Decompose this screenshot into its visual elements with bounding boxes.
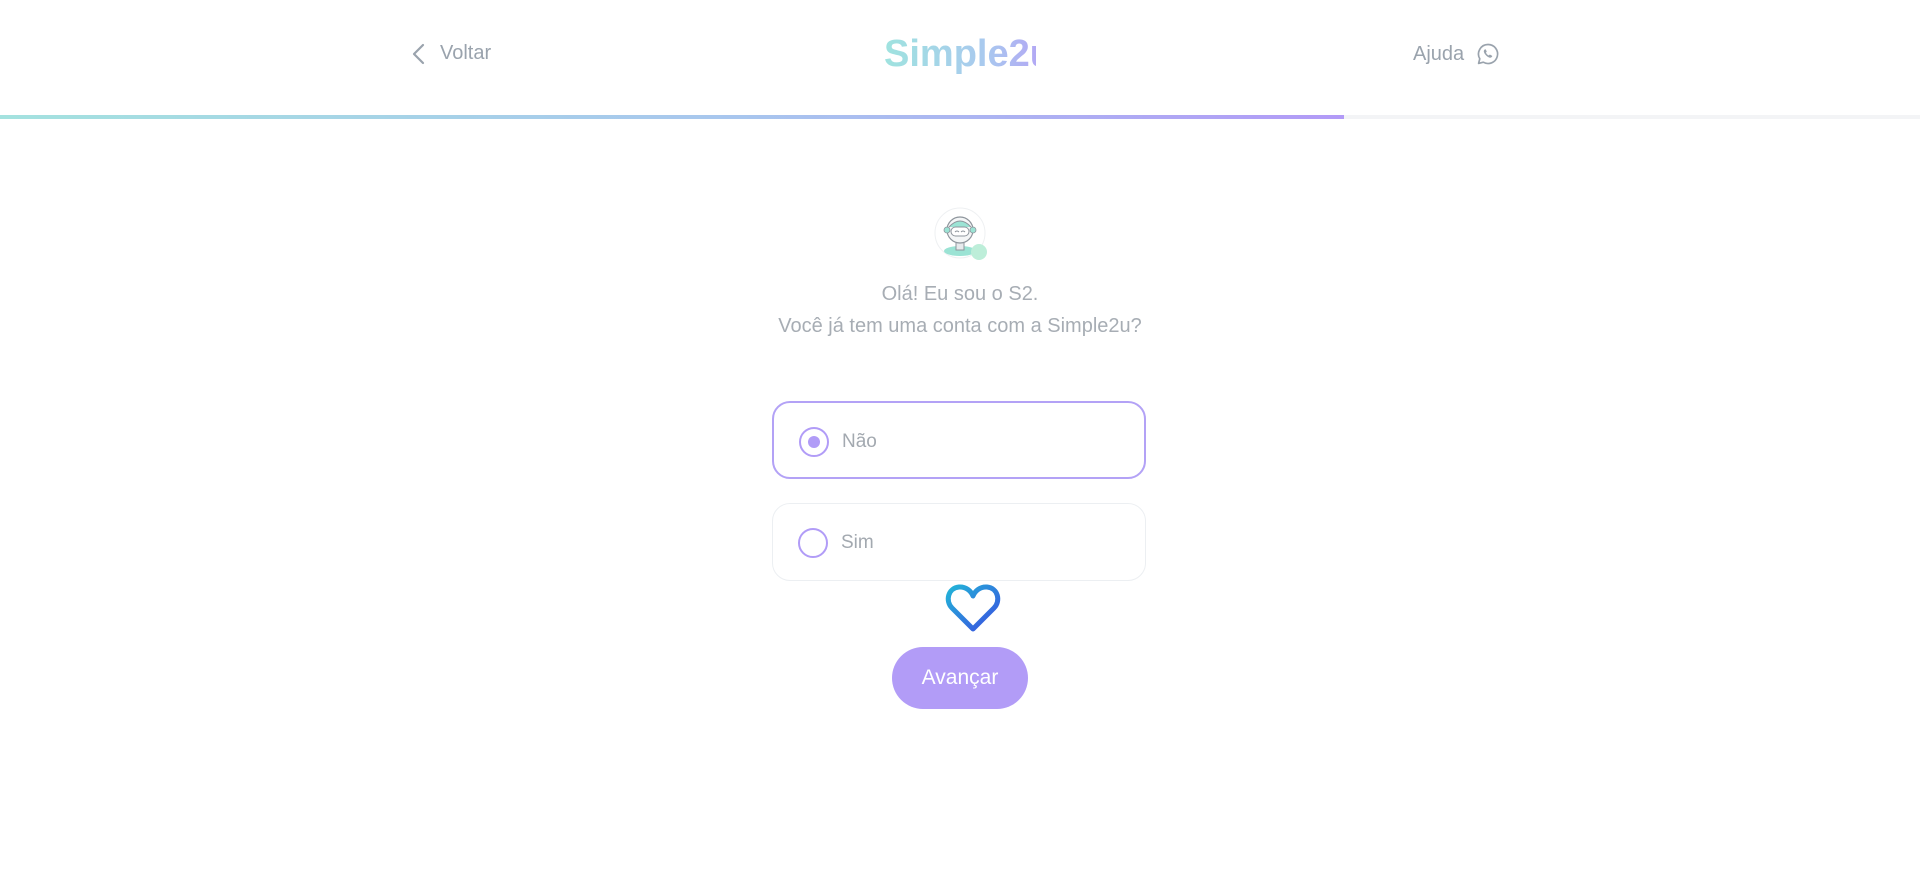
- svg-text:Simple2u: Simple2u: [884, 33, 1036, 75]
- option-label-nao: Não: [842, 431, 877, 452]
- greeting-line-2: Você já tem uma conta com a Simple2u?: [778, 315, 1142, 337]
- option-sim[interactable]: Sim: [772, 503, 1146, 581]
- back-button[interactable]: Voltar: [410, 42, 491, 65]
- progress-fill: [0, 115, 1344, 119]
- assistant-greeting: Olá! Eu sou o S2. Você já tem uma conta …: [660, 278, 1260, 342]
- option-nao[interactable]: Não: [772, 401, 1146, 479]
- radio-nao[interactable]: [799, 427, 829, 457]
- top-header: Voltar Simple2u Ajuda: [0, 0, 1920, 118]
- radio-sim[interactable]: [798, 528, 828, 558]
- help-label: Ajuda: [1413, 42, 1465, 65]
- option-label-sim: Sim: [841, 532, 874, 553]
- robot-avatar-icon: [934, 207, 987, 260]
- whatsapp-icon: [1477, 43, 1499, 65]
- chevron-left-icon: [412, 43, 425, 64]
- help-link[interactable]: Ajuda: [1413, 42, 1500, 66]
- advance-button[interactable]: Avançar: [892, 647, 1028, 709]
- greeting-line-1: Olá! Eu sou o S2.: [881, 283, 1039, 305]
- heart-icon: [945, 584, 1001, 632]
- radio-selected-dot: [808, 436, 820, 448]
- back-label: Voltar: [440, 42, 492, 64]
- progress-bar: [0, 115, 1920, 119]
- simple2u-logo[interactable]: Simple2u: [884, 26, 1036, 78]
